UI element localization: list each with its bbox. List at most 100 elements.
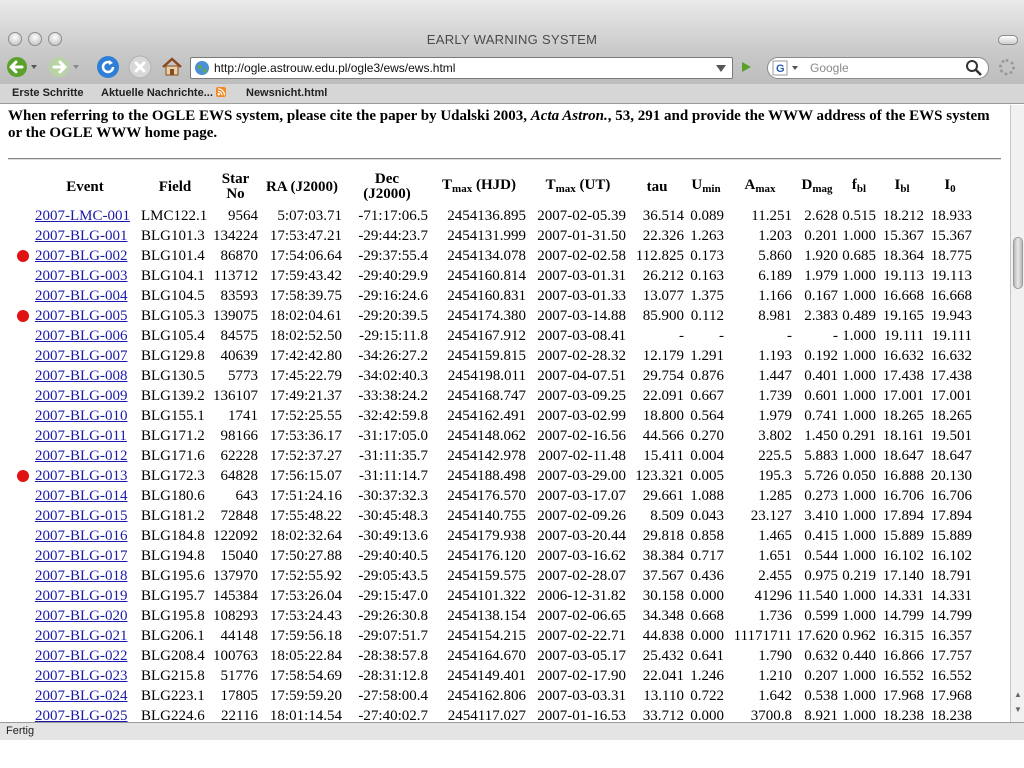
- event-link[interactable]: 2007-BLG-009: [35, 388, 128, 404]
- dec-cell: -30:45:48.3: [358, 508, 428, 524]
- home-button[interactable]: [159, 54, 185, 80]
- dec-cell: -29:40:40.5: [358, 548, 428, 564]
- event-link[interactable]: 2007-BLG-021: [35, 628, 128, 644]
- dec-cell: -28:38:57.8: [358, 648, 428, 664]
- fbl-cell: 0.291: [842, 428, 876, 444]
- field-cell: BLG101.4: [141, 248, 205, 264]
- event-link[interactable]: 2007-BLG-014: [35, 488, 128, 504]
- dec-cell: -29:40:29.9: [358, 268, 428, 284]
- tmax-hjd-cell: 2454136.895: [447, 208, 526, 224]
- event-link[interactable]: 2007-BLG-006: [35, 328, 128, 344]
- alert-dot-icon: [17, 250, 29, 262]
- tau-cell: 37.567: [642, 568, 684, 584]
- event-link[interactable]: 2007-BLG-019: [35, 588, 128, 604]
- tmax-ut-cell: 2007-02-16.56: [537, 428, 626, 444]
- header-tmax-hjd-sub: max: [452, 182, 473, 195]
- tmax-hjd-cell: 2454160.831: [447, 288, 526, 304]
- event-link[interactable]: 2007-BLG-025: [35, 708, 128, 722]
- globe-icon: [195, 61, 209, 75]
- dec-cell: -29:44:23.7: [358, 228, 428, 244]
- scrollbar-thumb[interactable]: [1013, 237, 1023, 289]
- event-link[interactable]: 2007-BLG-020: [35, 608, 128, 624]
- fbl-cell: 0.515: [842, 208, 876, 224]
- events-table-body: 2007-LMC-001 LMC122.1 9564 5:07:03.71 -71:17…: [31, 206, 974, 722]
- tmax-ut-cell: 2007-02-02.58: [537, 248, 626, 264]
- event-cell: 2007-BLG-009: [31, 386, 139, 406]
- event-link[interactable]: 2007-BLG-011: [35, 428, 127, 444]
- fbl-cell: 1.000: [842, 288, 876, 304]
- event-link[interactable]: 2007-BLG-023: [35, 668, 128, 684]
- event-link[interactable]: 2007-BLG-017: [35, 548, 128, 564]
- table-header-row: Event Field Star No RA (J2000) Dec (J200…: [31, 168, 974, 206]
- ra-cell: 17:52:55.92: [269, 568, 342, 584]
- reload-button[interactable]: [95, 54, 121, 80]
- field-cell: BLG194.8: [141, 548, 205, 564]
- event-link[interactable]: 2007-BLG-013: [35, 468, 128, 484]
- amax-cell: 1.465: [758, 528, 792, 544]
- event-link[interactable]: 2007-BLG-007: [35, 348, 128, 364]
- go-button[interactable]: [736, 54, 756, 80]
- event-link[interactable]: 2007-BLG-024: [35, 688, 128, 704]
- search-box[interactable]: G Google: [767, 57, 989, 79]
- dmag-cell: 0.601: [804, 388, 838, 404]
- back-button[interactable]: [4, 54, 40, 80]
- event-link[interactable]: 2007-BLG-005: [35, 308, 128, 324]
- dmag-cell: 5.883: [804, 448, 838, 464]
- fbl-cell: 0.219: [842, 568, 876, 584]
- dmag-cell: 8.921: [804, 708, 838, 722]
- table-row: 2007-BLG-012 BLG171.6 62228 17:52:37.27 -31:…: [31, 446, 974, 466]
- header-tmax-ut-main: T: [545, 176, 556, 193]
- event-link[interactable]: 2007-BLG-001: [35, 228, 128, 244]
- vertical-scrollbar[interactable]: ▲ ▼: [1010, 105, 1024, 722]
- event-link[interactable]: 2007-BLG-002: [35, 248, 128, 264]
- scroll-down-arrow-icon[interactable]: ▼: [1013, 705, 1023, 714]
- table-row: 2007-BLG-022 BLG208.4 100763 18:05:22.84 -28…: [31, 646, 974, 666]
- magnifier-icon[interactable]: [965, 59, 983, 77]
- tau-cell: 22.326: [642, 228, 684, 244]
- event-link[interactable]: 2007-BLG-010: [35, 408, 128, 424]
- event-cell: 2007-BLG-005: [31, 306, 139, 326]
- event-link[interactable]: 2007-BLG-008: [35, 368, 128, 384]
- tmax-hjd-cell: 2454117.027: [447, 708, 526, 722]
- event-link[interactable]: 2007-LMC-001: [35, 208, 130, 224]
- star-no-cell: 86870: [220, 248, 259, 264]
- event-link[interactable]: 2007-BLG-022: [35, 648, 128, 664]
- event-link[interactable]: 2007-BLG-015: [35, 508, 128, 524]
- forward-button[interactable]: [46, 54, 82, 80]
- tau-cell: 112.825: [635, 248, 684, 264]
- header-umin-main: U: [691, 176, 703, 193]
- amax-cell: 5.860: [758, 248, 792, 264]
- stop-button[interactable]: [127, 54, 153, 80]
- dec-cell: -31:11:35.7: [358, 448, 428, 464]
- i0-cell: 16.632: [930, 348, 972, 364]
- window-title: EARLY WARNING SYSTEM: [426, 32, 598, 47]
- event-link[interactable]: 2007-BLG-004: [35, 288, 128, 304]
- event-link[interactable]: 2007-BLG-003: [35, 268, 128, 284]
- table-row: 2007-BLG-023 BLG215.8 51776 17:58:54.69 -28:…: [31, 666, 974, 686]
- address-bar[interactable]: http://ogle.astrouw.edu.pl/ogle3/ews/ews…: [190, 57, 733, 79]
- i0-cell: 18.647: [930, 448, 972, 464]
- toolbar-toggle-button[interactable]: [998, 35, 1018, 45]
- star-no-cell: 134224: [213, 228, 258, 244]
- fbl-cell: 1.000: [842, 688, 876, 704]
- tmax-hjd-cell: 2454131.999: [447, 228, 526, 244]
- tau-cell: 8.509: [650, 508, 684, 524]
- umin-cell: 0.000: [690, 708, 724, 722]
- tmax-ut-cell: 2007-03-01.31: [537, 268, 626, 284]
- tau-cell: 22.091: [642, 388, 684, 404]
- scroll-up-arrow-icon[interactable]: ▲: [1013, 690, 1023, 699]
- journal-name: Acta Astron.: [530, 108, 608, 124]
- event-cell: 2007-BLG-002: [31, 246, 139, 266]
- ra-cell: 17:56:15.07: [269, 468, 342, 484]
- bookmark-erste-schritte[interactable]: Erste Schritte: [12, 87, 84, 99]
- event-link[interactable]: 2007-BLG-016: [35, 528, 128, 544]
- bookmark-newsnicht[interactable]: Newsnicht.html: [246, 87, 327, 99]
- history-dropdown-icon[interactable]: [714, 61, 728, 75]
- tmax-ut-cell: 2007-02-28.32: [537, 348, 626, 364]
- event-link[interactable]: 2007-BLG-012: [35, 448, 128, 464]
- bookmark-aktuelle-nachrichten[interactable]: Aktuelle Nachrichte...: [101, 87, 226, 99]
- event-link[interactable]: 2007-BLG-018: [35, 568, 128, 584]
- fbl-cell: 1.000: [842, 348, 876, 364]
- ibl-cell: 18.238: [882, 708, 924, 722]
- search-engine-icon[interactable]: G: [772, 60, 802, 76]
